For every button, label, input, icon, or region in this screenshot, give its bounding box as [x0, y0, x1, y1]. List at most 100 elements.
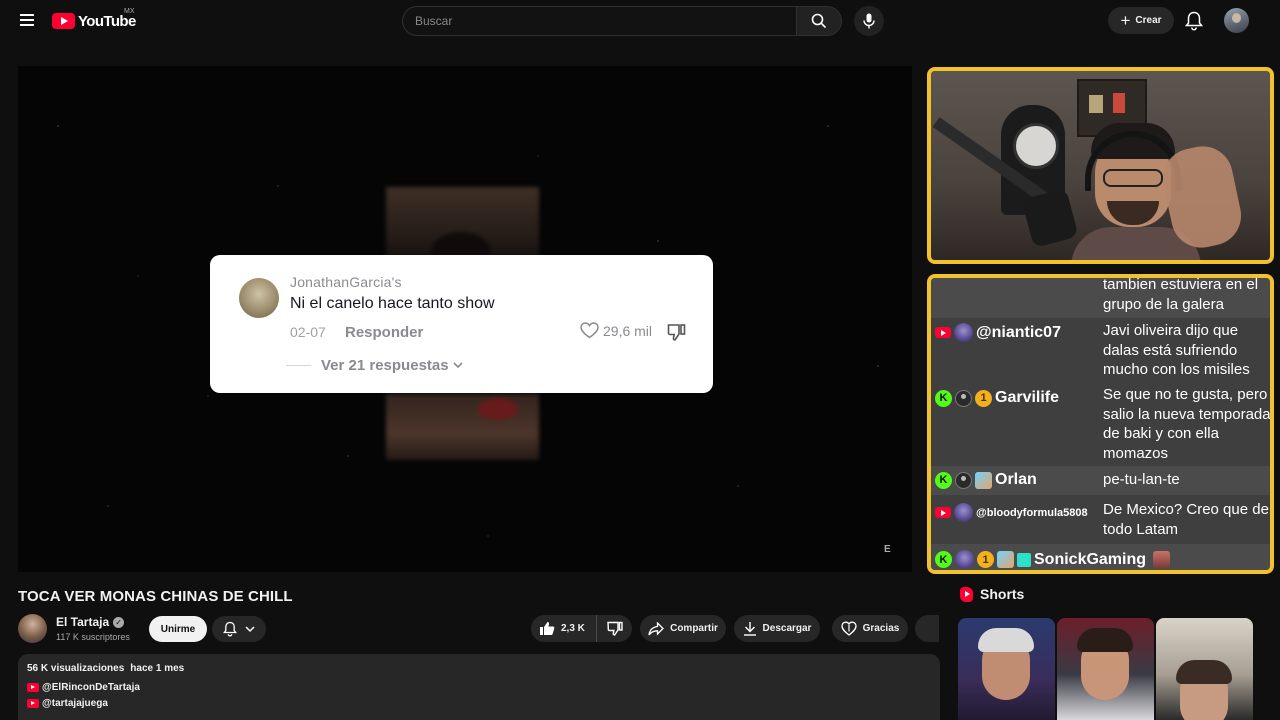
shorts-title: Shorts — [980, 586, 1025, 602]
thumbs-down-icon — [667, 323, 686, 346]
chat-author-name: Garvilife — [995, 389, 1060, 406]
commenter-name: JonathanGarcia's — [290, 274, 402, 290]
channel-avatar[interactable] — [18, 614, 47, 643]
chat-author-name: @bloodyformula5808 — [976, 506, 1088, 519]
channel-mention-text: @ElRinconDeTartaja — [42, 682, 140, 693]
user-avatar-icon — [955, 550, 974, 569]
commenter-avatar — [239, 278, 279, 318]
shorts-heading: Shorts — [960, 586, 1024, 602]
like-count: 2,3 K — [561, 623, 585, 634]
voice-search-button[interactable] — [854, 6, 884, 36]
chevron-down-icon — [245, 625, 255, 632]
download-icon — [743, 622, 756, 636]
view-count: 56 K visualizaciones — [27, 663, 125, 674]
emote-icon — [1153, 551, 1171, 568]
short-thumbnail[interactable] — [1156, 618, 1253, 720]
share-icon — [648, 621, 665, 636]
channel-mention-text: @tartajajuega — [42, 698, 108, 709]
thanks-button[interactable]: Gracias — [832, 615, 908, 642]
menu-icon[interactable] — [17, 11, 37, 31]
download-label: Descargar — [762, 623, 812, 634]
user-icon — [955, 389, 972, 407]
youtube-platform-icon — [935, 327, 951, 338]
chat-message-text: Se que no te gusta, pero salio la nueva … — [1103, 386, 1271, 462]
plus-icon: + — [1120, 11, 1131, 30]
live-chat-overlay: tambien estuviera en el grupo de la gale… — [927, 274, 1274, 574]
account-avatar[interactable] — [1224, 8, 1249, 33]
upload-date: hace 1 mes — [130, 663, 185, 674]
video-player[interactable]: JonathanGarcia's Ni el canelo hace tanto… — [18, 66, 912, 572]
channel-name: El Tartaja — [56, 615, 110, 629]
chat-author-name: Orlan — [995, 471, 1037, 488]
share-button[interactable]: Compartir — [640, 615, 726, 642]
short-hair — [1176, 660, 1232, 684]
chat-message-text: pe-tu-lan-te — [1103, 471, 1180, 488]
replies-divider — [286, 365, 311, 366]
share-label: Compartir — [670, 623, 718, 634]
chat-message: K Orlan pe-tu-lan-te — [931, 466, 1270, 495]
verified-check-icon: ✓ — [113, 616, 125, 628]
chevron-down-icon — [453, 362, 463, 369]
gift-badge-icon — [1017, 552, 1031, 567]
short-thumbnail[interactable] — [958, 618, 1055, 720]
dislike-button[interactable] — [597, 615, 632, 642]
shorts-icon — [960, 586, 973, 602]
chat-author-name: SonickGaming — [1034, 550, 1147, 568]
chat-message: K 1 Garvilife Se que no te gusta, pero s… — [931, 380, 1270, 464]
blurred-video-frame-bottom — [386, 394, 539, 460]
chat-message: K 1 SonickGaming — [931, 544, 1270, 570]
pixel-art-badge-icon — [997, 551, 1014, 568]
youtube-icon — [27, 683, 39, 692]
comment-date: 02-07 — [290, 324, 326, 340]
chat-message: tambien estuviera en el grupo de la gale… — [931, 278, 1270, 318]
thumbs-up-icon — [540, 622, 555, 635]
youtube-logo[interactable]: YouTube MX — [52, 8, 136, 32]
view-replies-text: Ver 21 respuestas — [321, 357, 449, 374]
create-button[interactable]: + Crear — [1108, 7, 1174, 34]
comment-like-count: 29,6 mil — [603, 322, 653, 339]
chat-message-text: Javi oliveira dijo que dalas está sufrie… — [1103, 322, 1250, 378]
short-hair — [1077, 628, 1133, 652]
channel-mention-link[interactable]: @ElRinconDeTartaja — [27, 682, 931, 693]
player-watermark: E — [884, 544, 891, 555]
create-label: Crear — [1135, 15, 1162, 26]
streamer-webcam-overlay — [927, 67, 1274, 264]
chat-author-name: @niantic07 — [976, 323, 1061, 341]
search-input[interactable] — [415, 14, 796, 28]
notifications-bell-icon[interactable] — [1184, 11, 1204, 31]
view-replies-label: Ver 21 respuestas — [321, 357, 463, 374]
download-button[interactable]: Descargar — [734, 615, 820, 642]
user-avatar-icon — [954, 503, 973, 522]
logo-text: YouTube — [78, 12, 136, 30]
search-button[interactable] — [796, 6, 842, 36]
like-dislike-group: 2,3 K — [531, 615, 632, 642]
glasses — [1103, 169, 1163, 187]
youtube-platform-icon — [935, 507, 951, 518]
short-hair — [978, 628, 1034, 652]
video-title: TOCA VER MONAS CHINAS DE CHILL — [18, 588, 293, 605]
subscription-notifications-button[interactable] — [212, 616, 266, 642]
bell-icon — [223, 621, 237, 637]
heart-dollar-icon — [840, 621, 857, 636]
description-meta: 56 K visualizaciones hace 1 mes — [27, 663, 931, 674]
masthead: YouTube MX + Crear — [0, 0, 1280, 42]
chat-author: K 1 Garvilife — [935, 389, 1059, 407]
kick-platform-icon: K — [935, 551, 952, 568]
join-button[interactable]: Unirme — [149, 616, 207, 642]
thumbs-down-icon — [606, 621, 623, 636]
like-button[interactable]: 2,3 K — [531, 615, 597, 642]
subscriber-badge-icon: 1 — [975, 389, 992, 407]
more-actions-button[interactable] — [915, 615, 939, 642]
channel-name-link[interactable]: El Tartaja ✓ — [56, 615, 125, 629]
short-thumbnail[interactable] — [1057, 618, 1154, 720]
blurred-video-frame-top — [386, 187, 539, 272]
kick-platform-icon: K — [935, 389, 952, 407]
country-code: MX — [124, 8, 135, 15]
tiktok-comment-card: JonathanGarcia's Ni el canelo hace tanto… — [210, 255, 713, 393]
microphone-icon — [863, 13, 875, 29]
description-box[interactable]: 56 K visualizaciones hace 1 mes @ElRinco… — [18, 654, 940, 720]
comment-text: Ni el canelo hace tanto show — [290, 295, 495, 312]
chat-author: K 1 SonickGaming — [935, 550, 1171, 569]
channel-mention-link[interactable]: @tartajajuega — [27, 698, 931, 709]
thanks-label: Gracias — [862, 623, 900, 634]
